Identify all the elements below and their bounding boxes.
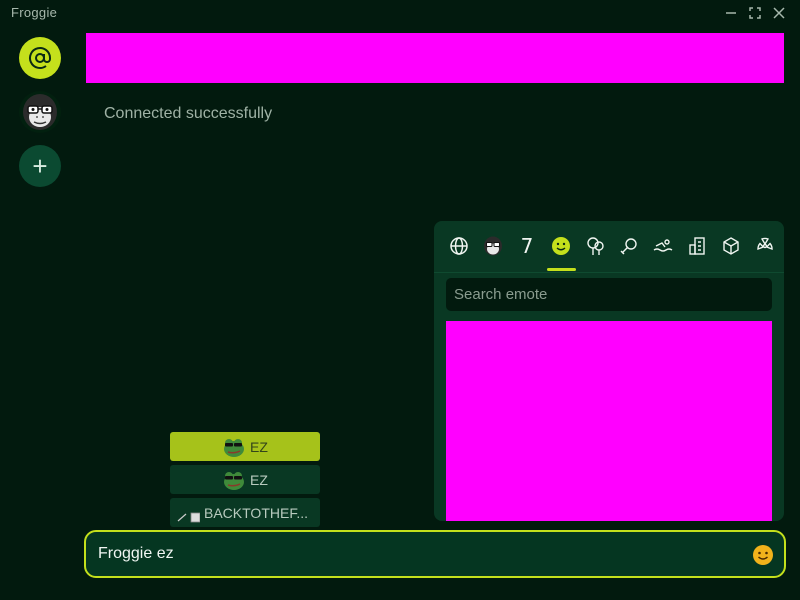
emote-search-box: [446, 278, 772, 311]
title-bar: Froggie: [0, 0, 800, 26]
building-icon[interactable]: [684, 233, 710, 259]
status-message: Connected successfully: [104, 105, 273, 122]
active-tab-indicator: [547, 268, 576, 271]
radiation-icon[interactable]: [752, 233, 778, 259]
server-avatar-button[interactable]: [19, 91, 61, 133]
backtothefuture-emote-icon: [177, 512, 200, 522]
pepe-sunglasses-icon: [224, 438, 245, 457]
emote-tabs: 7: [434, 221, 784, 273]
cube-icon[interactable]: [718, 233, 744, 259]
suggestion-label: EZ: [250, 438, 268, 455]
close-icon[interactable]: [770, 4, 788, 22]
minimize-icon[interactable]: [722, 4, 740, 22]
maximize-icon[interactable]: [746, 4, 764, 22]
chat-message-input[interactable]: [98, 532, 738, 576]
suggestion-item[interactable]: EZ: [170, 432, 320, 461]
pepe-sunglasses-icon: [224, 471, 245, 490]
suggestion-label: EZ: [250, 471, 268, 488]
suggestion-item[interactable]: BACKTOTHEF...: [170, 498, 320, 527]
gorilla-icon[interactable]: [480, 233, 506, 259]
suggestion-label: BACKTOTHEF...: [204, 504, 308, 521]
food-icon[interactable]: [616, 233, 642, 259]
app-title: Froggie: [11, 5, 58, 20]
chat-input-box: [84, 530, 786, 578]
swimmer-icon[interactable]: [650, 233, 676, 259]
gorilla-avatar-icon: [23, 94, 57, 130]
emoji-picker-button[interactable]: [752, 544, 774, 566]
mentions-button[interactable]: [19, 37, 61, 79]
add-server-button[interactable]: +: [19, 145, 61, 187]
emote-picker: 7: [434, 221, 784, 521]
plus-icon: +: [32, 150, 48, 181]
banner-image: [86, 33, 784, 83]
suggestion-item[interactable]: EZ: [170, 465, 320, 494]
tree-icon[interactable]: [582, 233, 608, 259]
emote-search-input[interactable]: [446, 278, 772, 311]
smiley-icon[interactable]: [548, 233, 574, 259]
7tv-icon[interactable]: 7: [514, 233, 540, 259]
globe-icon[interactable]: [446, 233, 472, 259]
emote-grid-image: [446, 321, 772, 521]
at-sign-icon: [29, 47, 51, 69]
